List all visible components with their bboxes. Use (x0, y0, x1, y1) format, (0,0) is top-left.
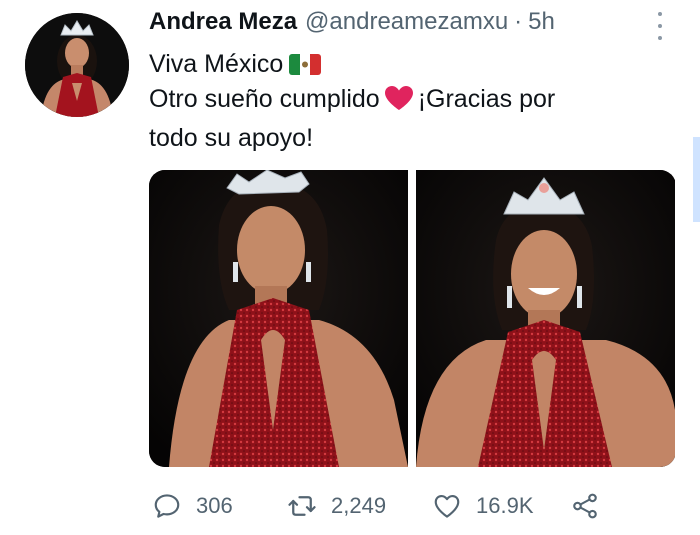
author-handle[interactable]: @andreamezamxu (305, 8, 508, 36)
photo-right-image (416, 170, 675, 467)
tweet-line-2-text: Otro sueño cumplido (149, 85, 380, 113)
tweet-actions: 306 2,249 16.9K (152, 487, 600, 525)
tweet-line-1-text: Viva México (149, 50, 284, 78)
photo-left[interactable] (149, 170, 408, 467)
tweet-text: Viva México Otro sueño cumplido ¡Gracias… (149, 47, 669, 156)
reply-icon (154, 494, 180, 518)
retweet-button[interactable]: 2,249 (287, 491, 432, 521)
heart-outline-icon (434, 494, 460, 518)
tweet-timestamp[interactable]: 5h (528, 8, 555, 36)
retweet-count: 2,249 (331, 493, 387, 518)
author-name[interactable]: Andrea Meza (149, 8, 297, 36)
red-heart-icon (384, 85, 414, 121)
tweet-line-4-text: todo su apoyo! (149, 124, 314, 152)
tweet-line-3-text: ¡Gracias por (417, 85, 556, 113)
retweet-icon (288, 496, 316, 516)
tweet[interactable]: Andrea Meza @andreamezamxu · 5h Viva Méx… (0, 0, 700, 535)
tweet-line-1: Viva México (149, 47, 669, 82)
reply-count: 306 (196, 493, 233, 518)
photo-left-image (149, 170, 408, 467)
separator-dot: · (514, 8, 523, 35)
tweet-media[interactable] (149, 170, 676, 467)
share-icon (573, 493, 597, 519)
mexico-flag-icon (289, 54, 322, 75)
like-count: 16.9K (476, 493, 534, 518)
tweet-line-4: todo su apoyo! (149, 121, 669, 156)
tweet-line-2: Otro sueño cumplido ¡Gracias por (149, 82, 669, 121)
avatar-image (25, 13, 129, 117)
scrollbar-thumb[interactable] (693, 137, 700, 222)
reply-button[interactable]: 306 (152, 491, 287, 521)
tweet-header: Andrea Meza @andreamezamxu · 5h (149, 8, 555, 42)
photo-right[interactable] (416, 170, 675, 467)
like-button[interactable]: 16.9K (432, 491, 570, 521)
share-button[interactable] (570, 491, 600, 521)
avatar[interactable] (25, 13, 129, 117)
more-options-icon[interactable] (650, 12, 670, 40)
